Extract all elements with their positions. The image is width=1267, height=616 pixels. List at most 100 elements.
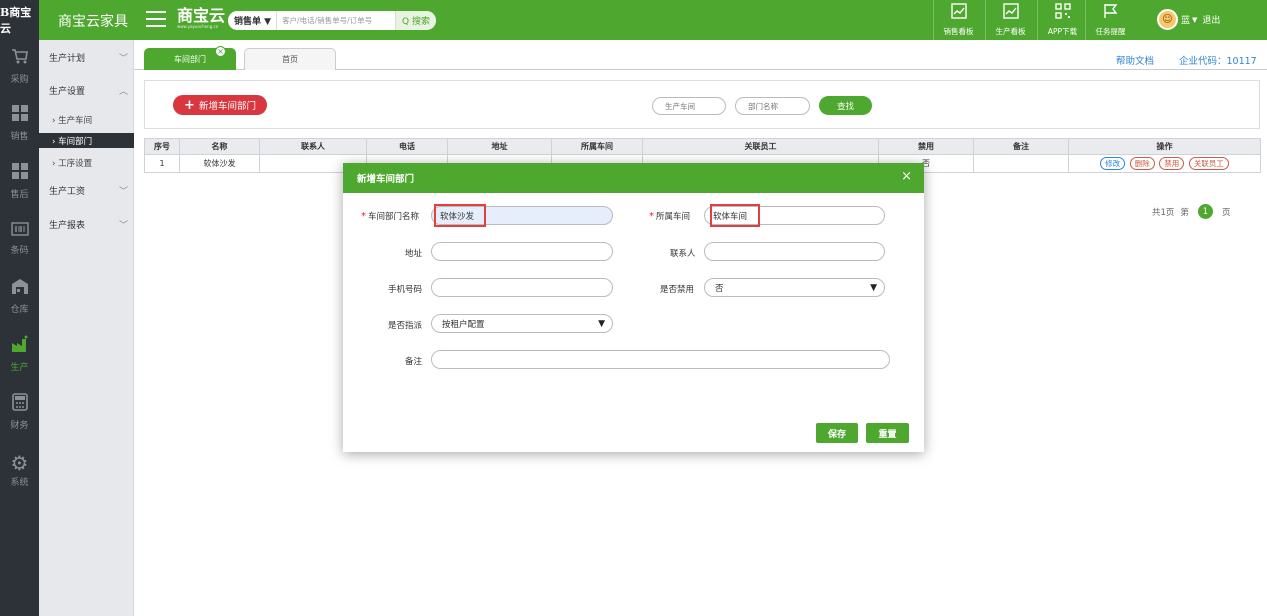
avatar[interactable]: ☺ xyxy=(1157,9,1178,30)
chevron-down-icon[interactable]: ▼ xyxy=(1192,16,1197,24)
cell-index: 1 xyxy=(144,154,180,173)
workshop-filter-input[interactable] xyxy=(652,97,726,115)
rail-item-system[interactable]: ⚙ 系统 xyxy=(0,444,39,496)
dept-name-label: * 车间部门名称 xyxy=(361,210,419,222)
close-icon[interactable]: × xyxy=(215,46,226,57)
rail-item-barcode[interactable]: 条码 xyxy=(0,212,39,264)
flag-icon xyxy=(1103,3,1119,22)
submenu-group-settings[interactable]: 生产设置 ︿ xyxy=(39,77,134,103)
global-search-button[interactable]: Q 搜索 xyxy=(395,11,436,30)
factory-icon xyxy=(11,335,29,358)
module-rail: 采购 销售 售后 条码 仓库 生产 财务 ⚙ 系统 xyxy=(0,40,39,616)
logo[interactable]: B商宝云 xyxy=(0,0,39,40)
tab-workshop-dept[interactable]: 车间部门 × xyxy=(144,46,236,70)
disable-button[interactable]: 禁用 xyxy=(1159,157,1185,170)
col-header[interactable]: 关联员工 xyxy=(642,138,879,155)
topnav-label: 销售看板 xyxy=(943,27,974,36)
dialog-header: 新增车间部门 × xyxy=(343,163,924,193)
topnav-app-download[interactable]: APP下载 xyxy=(1037,0,1087,40)
col-header[interactable]: 序号 xyxy=(144,138,180,155)
rail-item-finance[interactable]: 财务 xyxy=(0,386,39,438)
dept-name-filter-input[interactable] xyxy=(735,97,810,115)
cell-name: 软体沙发 xyxy=(179,154,260,173)
link-employees-button[interactable]: 关联员工 xyxy=(1188,157,1229,170)
rail-item-production[interactable]: 生产 xyxy=(0,328,39,380)
workshop-label: * 所属车间 xyxy=(649,210,690,222)
submenu-group-label: 生产工资 xyxy=(49,186,86,197)
assign-select[interactable]: 按租户配置 ▼ xyxy=(431,314,613,333)
close-icon[interactable]: × xyxy=(901,170,912,184)
submenu-group-wage[interactable]: 生产工资 ﹀ xyxy=(39,177,134,203)
menu-toggle-icon[interactable] xyxy=(146,11,166,27)
col-header[interactable]: 名称 xyxy=(179,138,260,155)
find-button[interactable]: 查找 xyxy=(819,96,872,115)
add-dept-dialog: 新增车间部门 × * 车间部门名称 软体沙发 * 所属车间 软体车间 地址 联系人 … xyxy=(343,163,924,452)
topnav-task-reminder[interactable]: 任务提醒 xyxy=(1085,0,1135,40)
chart-icon xyxy=(950,3,967,22)
assign-label: 是否指派 xyxy=(388,321,423,331)
required-mark: * xyxy=(649,211,654,222)
help-link[interactable]: 帮助文档 xyxy=(1116,53,1154,67)
cell-ops: 修改 删除 禁用 关联员工 xyxy=(1068,154,1261,173)
add-dept-button[interactable]: + 新增车间部门 xyxy=(173,95,267,115)
page-number-button[interactable]: 1 xyxy=(1197,204,1213,219)
qrcode-icon xyxy=(1054,3,1071,22)
topnav-production-dashboard[interactable]: 生产看板 xyxy=(985,0,1035,40)
note-label: 备注 xyxy=(405,357,423,367)
plus-icon: + xyxy=(184,97,195,113)
address-label: 地址 xyxy=(405,249,423,259)
note-field[interactable] xyxy=(431,350,890,369)
col-header[interactable]: 联系人 xyxy=(259,138,367,155)
reset-button[interactable]: 重置 xyxy=(866,423,909,443)
rail-item-sales[interactable]: 销售 xyxy=(0,97,39,149)
col-header[interactable]: 电话 xyxy=(366,138,448,155)
delete-button[interactable]: 删除 xyxy=(1129,157,1155,170)
phone-field[interactable] xyxy=(431,278,613,297)
topnav-sales-dashboard[interactable]: 销售看板 xyxy=(933,0,983,40)
col-header[interactable]: 所属车间 xyxy=(551,138,643,155)
page-suffix: 页 xyxy=(1221,207,1231,218)
user-name[interactable]: 蓝 xyxy=(1181,13,1190,26)
submenu: 生产计划 ﹀ 生产设置 ︿ › 生产车间 › 车间部门 › 工序设置 生产工资 … xyxy=(39,40,134,616)
save-button[interactable]: 保存 xyxy=(816,423,858,443)
dropdown-arrow-icon: ▼ xyxy=(598,318,605,329)
contact-field[interactable] xyxy=(704,242,885,261)
disabled-select[interactable]: 否 ▼ xyxy=(704,278,885,297)
col-header[interactable]: 备注 xyxy=(973,138,1069,155)
pagination: 共1页 第 1 页 xyxy=(1152,204,1230,219)
topnav-label: 生产看板 xyxy=(995,27,1026,36)
app-title: 商宝云家具 xyxy=(58,14,128,30)
submenu-item-workshop-dept[interactable]: › 车间部门 xyxy=(39,133,134,148)
rail-label: 仓库 xyxy=(10,305,29,315)
tab-bar: 车间部门 × 首页 xyxy=(134,40,1267,70)
topnav-label: 任务提醒 xyxy=(1095,27,1126,36)
rail-item-warehouse[interactable]: 仓库 xyxy=(0,270,39,322)
page-prefix: 第 xyxy=(1180,207,1189,218)
rail-label: 采购 xyxy=(10,75,29,85)
tab-home[interactable]: 首页 xyxy=(244,48,336,70)
edit-button[interactable]: 修改 xyxy=(1100,157,1126,170)
submenu-item-workshop[interactable]: › 生产车间 xyxy=(39,112,134,127)
dialog-title: 新增车间部门 xyxy=(357,174,415,185)
address-field[interactable] xyxy=(431,242,613,261)
brand-logo: 商宝云 www.yayuncheng.cn xyxy=(177,8,225,30)
submenu-group-plan[interactable]: 生产计划 ﹀ xyxy=(39,44,134,70)
submenu-item-process[interactable]: › 工序设置 xyxy=(39,155,134,170)
tab-label: 车间部门 xyxy=(174,54,206,64)
highlight-box xyxy=(434,204,486,227)
rail-label: 销售 xyxy=(10,132,29,142)
chevron-down-icon: ﹀ xyxy=(118,186,128,197)
cart-icon xyxy=(11,47,29,70)
col-header[interactable]: 地址 xyxy=(447,138,552,155)
logout-link[interactable]: 退出 xyxy=(1202,13,1220,26)
col-header[interactable]: 禁用 xyxy=(878,138,974,155)
submenu-group-report[interactable]: 生产报表 ﹀ xyxy=(39,211,134,237)
user-menu[interactable]: ☺ 蓝 ▼ 退出 xyxy=(1157,9,1220,30)
submenu-group-label: 生产报表 xyxy=(49,220,86,231)
rail-item-after-sales[interactable]: 售后 xyxy=(0,155,39,207)
add-dept-label: 新增车间部门 xyxy=(198,101,256,112)
global-search-input[interactable]: 客户/电话/销售单号/订单号 xyxy=(277,15,395,26)
search-type-select[interactable]: 销售单 ▼ xyxy=(228,11,278,30)
rail-item-purchase[interactable]: 采购 xyxy=(0,40,39,92)
chevron-up-icon: ︿ xyxy=(118,86,128,97)
